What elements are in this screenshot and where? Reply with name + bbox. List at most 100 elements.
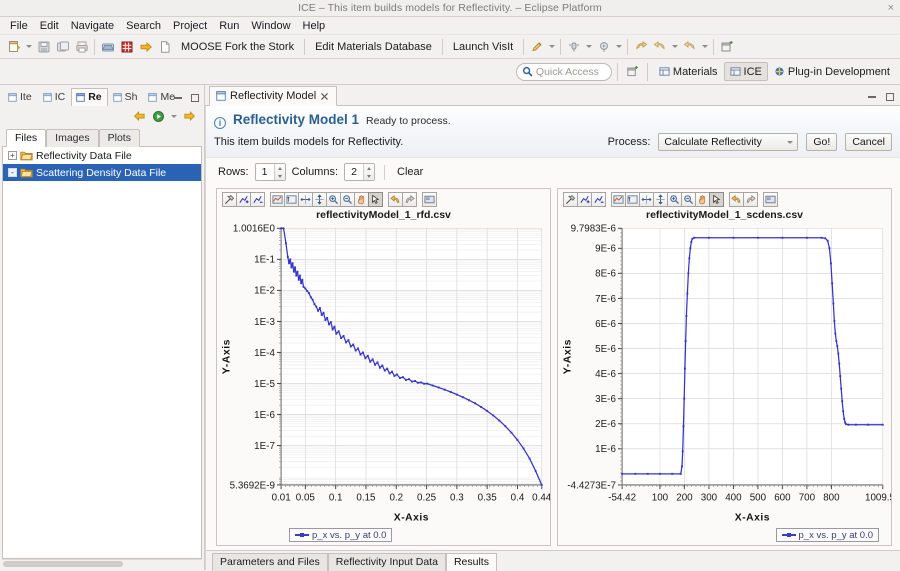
undo-icon[interactable]: [729, 192, 744, 207]
minimize-icon[interactable]: [868, 96, 876, 98]
next-annotation-icon[interactable]: [680, 37, 699, 56]
maximize-icon[interactable]: [886, 93, 894, 101]
file-tree[interactable]: + Reflectivity Data File - Scattering De…: [2, 146, 202, 559]
clear-plot-icon[interactable]: [563, 192, 578, 207]
grid-icon[interactable]: [117, 37, 136, 56]
plot-canvas-right[interactable]: 9.7983E-6 9E-6 8E-6 7E-6 6E-6 5E-6 4E-6 3E-6 2E-…: [558, 222, 891, 527]
clear-plot-icon[interactable]: [222, 192, 237, 207]
close-icon[interactable]: [320, 92, 329, 101]
process-select[interactable]: Calculate Reflectivity: [658, 133, 799, 151]
zoom-out-icon[interactable]: [681, 192, 696, 207]
forward-nav-dropdown[interactable]: [669, 37, 680, 56]
window-close-button[interactable]: ×: [888, 2, 894, 14]
rows-stepper-arrows[interactable]: [273, 164, 285, 180]
play-icon[interactable]: [152, 110, 165, 123]
back-arrow-icon[interactable]: [133, 110, 146, 123]
clear-button[interactable]: Clear: [394, 166, 426, 178]
bottom-tab-reflectivity-input-data[interactable]: Reflectivity Input Data: [327, 553, 446, 571]
open-perspective-icon[interactable]: [623, 62, 642, 81]
debug-icon[interactable]: [564, 37, 583, 56]
new-file-icon[interactable]: [155, 37, 174, 56]
redo-icon[interactable]: [743, 192, 758, 207]
auto-scale-icon[interactable]: [611, 192, 626, 207]
select-icon[interactable]: [709, 192, 724, 207]
columns-increment[interactable]: [364, 164, 374, 172]
new-wizard-dropdown[interactable]: [23, 37, 34, 56]
zoom-in-icon[interactable]: [326, 192, 341, 207]
run-icon[interactable]: [594, 37, 613, 56]
rows-increment[interactable]: [275, 164, 285, 172]
run-visit-icon[interactable]: [527, 37, 546, 56]
tree-expander[interactable]: +: [8, 151, 17, 160]
pan-icon[interactable]: [354, 192, 369, 207]
perspective-ice[interactable]: ICE: [723, 62, 768, 81]
menu-item-project[interactable]: Project: [167, 19, 213, 33]
edit-materials-database-button[interactable]: Edit Materials Database: [308, 37, 439, 57]
sidebar-tab-re[interactable]: Re: [71, 88, 108, 106]
columns-stepper[interactable]: 2: [344, 163, 376, 181]
scrollbar-thumb[interactable]: [3, 561, 123, 567]
save-image-icon[interactable]: [763, 192, 778, 207]
sidebar-horizontal-scrollbar[interactable]: [2, 559, 202, 568]
minimize-icon[interactable]: [174, 97, 182, 99]
menu-item-search[interactable]: Search: [120, 19, 167, 33]
tree-item-reflectivity-data-file[interactable]: + Reflectivity Data File: [3, 147, 201, 164]
columns-stepper-arrows[interactable]: [363, 164, 375, 180]
menu-item-help[interactable]: Help: [297, 19, 332, 33]
run-visit-dropdown[interactable]: [546, 37, 557, 56]
go-button[interactable]: Go!: [806, 133, 838, 151]
menu-item-edit[interactable]: Edit: [34, 19, 65, 33]
sidebar-subtab-plots[interactable]: Plots: [98, 129, 140, 147]
perspective-plugin-development[interactable]: Plug-in Development: [768, 62, 896, 81]
auto-scale-x-icon[interactable]: [639, 192, 654, 207]
back-nav-icon[interactable]: [631, 37, 650, 56]
sidebar-subtab-images[interactable]: Images: [46, 129, 99, 147]
tree-item-scattering-density-data-file[interactable]: - Scattering Density Data File: [3, 164, 201, 181]
menu-item-navigate[interactable]: Navigate: [65, 19, 120, 33]
debug-dropdown[interactable]: [583, 37, 594, 56]
plot-canvas-left[interactable]: 1.0016E0 1E-1 1E-2 1E-3 1E-4 1E-5 1E-6 1E-7 5.36…: [217, 222, 550, 527]
bottom-tab-parameters-and-files[interactable]: Parameters and Files: [212, 553, 328, 571]
forward-nav-icon[interactable]: [650, 37, 669, 56]
save-icon[interactable]: [34, 37, 53, 56]
save-image-icon[interactable]: [422, 192, 437, 207]
sidebar-tab-ic[interactable]: IC: [38, 88, 72, 106]
snap-to-grid-icon[interactable]: [312, 192, 327, 207]
rows-decrement[interactable]: [275, 172, 285, 180]
editor-tab-reflectivity-model[interactable]: Reflectivity Model: [209, 86, 338, 106]
undo-icon[interactable]: [388, 192, 403, 207]
auto-scale-y-icon[interactable]: [284, 192, 299, 207]
menu-item-run[interactable]: Run: [213, 19, 245, 33]
forward-arrow-icon[interactable]: [183, 110, 196, 123]
print-icon[interactable]: [72, 37, 91, 56]
sidebar-tab-sh[interactable]: Sh: [108, 88, 144, 106]
new-wizard-icon[interactable]: [4, 37, 23, 56]
rows-stepper[interactable]: 1: [254, 163, 286, 181]
pan-icon[interactable]: [695, 192, 710, 207]
forward-arrow-icon[interactable]: [136, 37, 155, 56]
moose-fork-the-stork-button[interactable]: MOOSE Fork the Stork: [174, 37, 301, 57]
launch-visit-button[interactable]: Launch VisIt: [446, 37, 520, 57]
snap-to-grid-icon[interactable]: [653, 192, 668, 207]
tree-expander[interactable]: -: [8, 168, 17, 177]
chevron-down-icon[interactable]: [171, 114, 177, 118]
save-all-icon[interactable]: [53, 37, 72, 56]
auto-scale-icon[interactable]: [270, 192, 285, 207]
sidebar-tab-ite[interactable]: Ite: [3, 88, 38, 106]
remove-series-icon[interactable]: [591, 192, 606, 207]
plot-legend-right[interactable]: p_x vs. p_y at 0.0: [775, 528, 879, 542]
add-series-icon[interactable]: [577, 192, 592, 207]
plot-legend-left[interactable]: p_x vs. p_y at 0.0: [289, 528, 393, 542]
bottom-tab-results[interactable]: Results: [445, 553, 497, 571]
cancel-button[interactable]: Cancel: [845, 133, 892, 151]
auto-scale-x-icon[interactable]: [298, 192, 313, 207]
maximize-icon[interactable]: [191, 94, 199, 102]
perspective-materials[interactable]: Materials: [653, 62, 724, 81]
columns-decrement[interactable]: [364, 172, 374, 180]
auto-scale-y-icon[interactable]: [625, 192, 640, 207]
menu-item-file[interactable]: File: [4, 19, 34, 33]
run-dropdown[interactable]: [613, 37, 624, 56]
select-icon[interactable]: [368, 192, 383, 207]
add-series-icon[interactable]: [236, 192, 251, 207]
quick-access-input[interactable]: Quick Access: [515, 62, 612, 81]
